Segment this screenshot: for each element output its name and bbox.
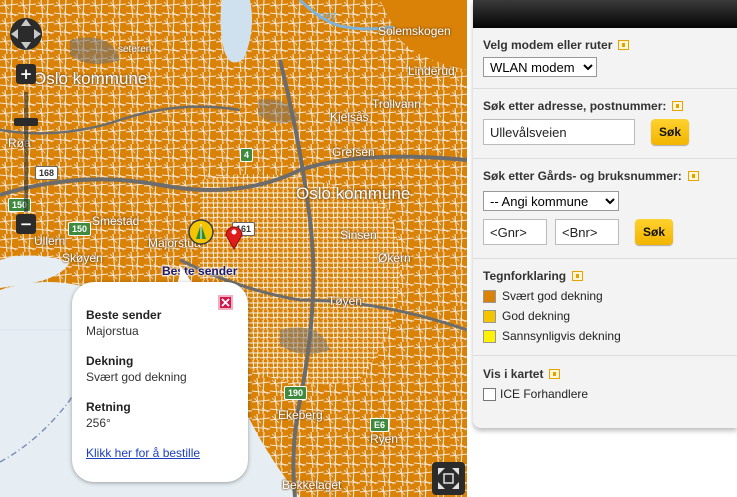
legend-swatch — [483, 329, 496, 343]
pan-control[interactable] — [8, 16, 44, 52]
map-label-linderud: Linderud — [408, 64, 455, 78]
sender-marker[interactable] — [188, 219, 214, 245]
road-shield-e6: E6 — [370, 418, 390, 432]
sidebar-header-bar — [473, 0, 737, 28]
map-label-smestad: Smestad — [92, 214, 140, 228]
legend-swatch — [483, 289, 496, 303]
popup-retning-title: Retning — [86, 400, 131, 414]
legend-item: God dekning — [483, 309, 727, 323]
legend-item: Svært god dekning — [483, 289, 727, 303]
ice-forhandlere-checkbox[interactable] — [483, 387, 496, 401]
location-pin-marker[interactable] — [224, 222, 244, 251]
road-shield-150: 150 — [68, 222, 92, 236]
map-label-sinsen: Sinsen — [340, 228, 377, 242]
modem-section-title: Velg modem eller ruter — [483, 38, 727, 52]
info-icon[interactable] — [618, 40, 630, 50]
legend-label: Sannsynligvis dekning — [502, 329, 621, 343]
popup-close-button[interactable] — [218, 295, 233, 310]
popup-beste-sender-value: Majorstua — [86, 324, 139, 338]
info-icon[interactable] — [672, 101, 684, 111]
map-label-oslo-kommune-center: Oslo kommune — [296, 184, 411, 203]
gnr-input[interactable] — [483, 219, 547, 245]
modem-title-text: Velg modem eller ruter — [483, 38, 613, 52]
map-label-ryen: Ryen — [370, 432, 399, 446]
fullscreen-icon — [438, 468, 459, 489]
address-input[interactable] — [483, 119, 635, 145]
map-label-trollvann: Trollvann — [372, 97, 421, 111]
map-label-oslo-kommune-left: Oslo kommune — [33, 69, 148, 88]
modem-select[interactable]: WLAN modem — [483, 57, 597, 77]
info-icon[interactable] — [687, 171, 699, 181]
road-shield-190: 190 — [284, 386, 308, 400]
ice-forhandlere-option[interactable]: ICE Forhandlere — [483, 387, 727, 401]
map-label-kjelsas: Kjelsås — [330, 110, 369, 124]
map-pin-icon — [225, 226, 243, 251]
sidebar-panel: Velg modem eller ruter WLAN modem Søk et… — [473, 0, 737, 428]
gnr-section-title: Søk etter Gårds- og bruksnummer: — [483, 169, 727, 183]
address-search-button[interactable]: Søk — [651, 119, 689, 145]
zoom-in-button[interactable]: + — [16, 64, 36, 84]
popup-retning-value: 256° — [86, 416, 111, 430]
info-icon[interactable] — [549, 369, 561, 379]
info-icon[interactable] — [572, 271, 584, 281]
popup-dekning-value: Svært god dekning — [86, 370, 187, 384]
order-link[interactable]: Klikk her for å bestille — [86, 446, 200, 460]
map-label-bekkelaget: Bekkelaget — [282, 478, 342, 492]
legend-item: Sannsynligvis dekning — [483, 329, 727, 343]
legend-label: Svært god dekning — [502, 289, 603, 303]
map-label-ekeberg: Ekeberg — [278, 408, 323, 422]
gnr-title-text: Søk etter Gårds- og bruksnummer: — [483, 169, 682, 183]
kommune-select[interactable]: -- Angi kommune — [483, 191, 619, 211]
fullscreen-button[interactable] — [432, 462, 465, 495]
sender-info-popup: Beste sender Majorstua Dekning Svært god… — [72, 282, 248, 482]
close-icon — [221, 298, 230, 307]
gnr-search-button[interactable]: Søk — [635, 219, 673, 245]
bnr-input[interactable] — [555, 219, 619, 245]
map-label-toyen: Tøyen — [328, 294, 363, 308]
map-label-water: net — [318, 8, 337, 23]
pan-arrows-icon[interactable] — [8, 16, 44, 52]
road-shield-4: 4 — [240, 148, 254, 162]
legend-section-title: Tegnforklaring — [483, 269, 727, 283]
road-shield-168: 168 — [35, 166, 59, 180]
map-label-skoyen: Skøyen — [62, 251, 103, 265]
map-label-okern: Økern — [378, 251, 411, 265]
legend-swatch — [483, 309, 496, 323]
zoom-out-button[interactable]: − — [16, 214, 36, 234]
ice-forhandlere-label: ICE Forhandlere — [500, 387, 589, 401]
modem-section: Velg modem eller ruter WLAN modem — [473, 28, 737, 89]
transmitter-tower-icon — [188, 219, 214, 245]
zoom-slider-handle[interactable] — [14, 118, 38, 126]
show-title-text: Vis i kartet — [483, 367, 544, 381]
legend-section: Tegnforklaring Svært god dekning God dek… — [473, 259, 737, 356]
gnr-search-section: Søk etter Gårds- og bruksnummer: -- Angi… — [473, 159, 737, 259]
map-label-seteren: seteren — [118, 44, 152, 55]
legend-title-text: Tegnforklaring — [483, 269, 567, 283]
popup-beste-sender-title: Beste sender — [86, 308, 162, 322]
address-section-title: Søk etter adresse, postnummer: — [483, 99, 727, 113]
map-label-ullern: Ullern — [34, 234, 66, 248]
coverage-map[interactable]: net Solemskogen seteren Oslo kommune Lin… — [0, 0, 467, 497]
address-title-text: Søk etter adresse, postnummer: — [483, 99, 667, 113]
popup-dekning-title: Dekning — [86, 354, 134, 368]
address-search-section: Søk etter adresse, postnummer: Søk — [473, 89, 737, 159]
zoom-slider-track[interactable] — [24, 92, 28, 212]
legend-label: God dekning — [502, 309, 571, 323]
map-label-solemskogen: Solemskogen — [378, 24, 451, 38]
show-in-map-section: Vis i kartet ICE Forhandlere — [473, 356, 737, 415]
map-label-grefsen: Grefsen — [332, 145, 375, 159]
show-section-title: Vis i kartet — [483, 367, 727, 381]
